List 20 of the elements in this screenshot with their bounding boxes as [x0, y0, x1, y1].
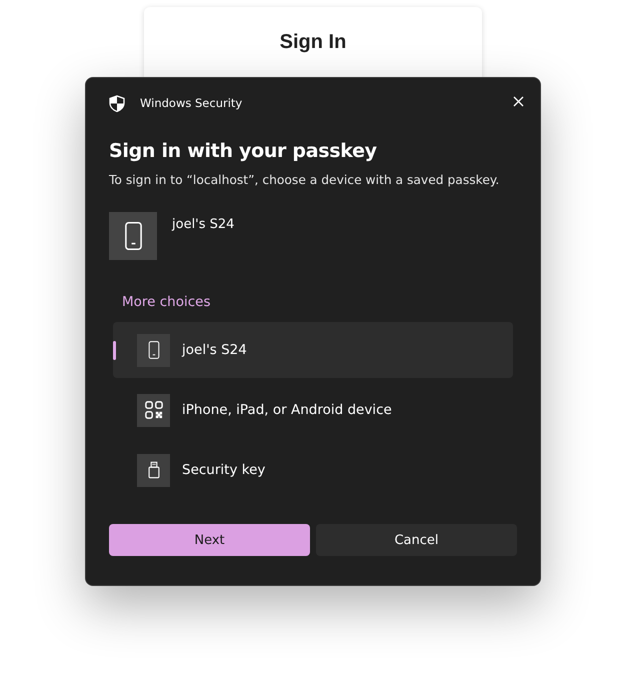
option-item[interactable]: joel's S24 [113, 322, 513, 378]
cancel-button[interactable]: Cancel [316, 524, 517, 556]
dialog-description: To sign in to “localhost”, choose a device with a saved passkey. [109, 173, 500, 187]
option-item[interactable]: iPhone, iPad, or Android device [113, 382, 513, 438]
window-title: Windows Security [140, 96, 244, 110]
shield-icon [109, 94, 125, 112]
option-label: joel's S24 [182, 342, 247, 358]
option-label: Security key [182, 462, 266, 478]
page-title: Sign In [278, 30, 348, 54]
qr-code-icon [144, 401, 162, 419]
next-button[interactable]: Next [109, 524, 310, 556]
phone-icon [124, 221, 142, 251]
phone-icon [148, 340, 160, 360]
dialog-heading: Sign in with your passkey [109, 140, 378, 162]
more-choices-heading: More choices [122, 294, 212, 310]
option-label: iPhone, iPad, or Android device [182, 402, 392, 418]
selection-indicator [113, 341, 116, 360]
usb-key-icon [146, 461, 160, 479]
option-item[interactable]: Security key [113, 442, 513, 498]
device-name: joel's S24 [172, 216, 234, 234]
